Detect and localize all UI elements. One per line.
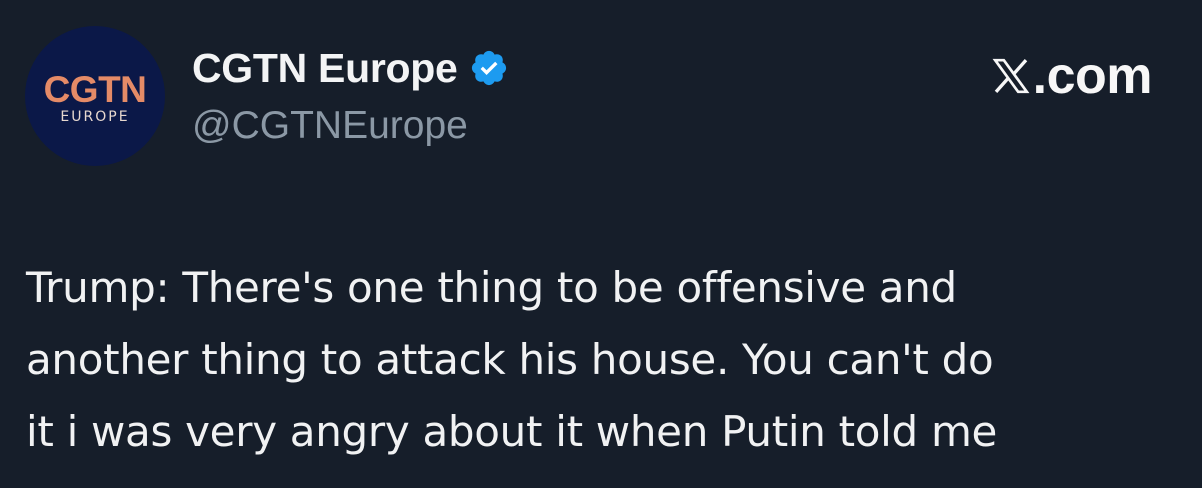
avatar-logo-text: CGTN [43, 68, 147, 110]
verified-badge-icon [469, 48, 509, 88]
tweet-card: CGTN EUROPE CGTN Europe @CGTNEurope .com… [0, 0, 1202, 488]
avatar-logo-subtext: EUROPE [60, 108, 130, 125]
site-domain-text: .com [1032, 47, 1153, 105]
author-display-name[interactable]: CGTN Europe [192, 45, 458, 92]
author-handle[interactable]: @CGTNEurope [192, 104, 468, 148]
author-name-row: CGTN Europe [192, 42, 509, 94]
tweet-body-text: Trump: There's one thing to be offensive… [26, 263, 998, 456]
avatar[interactable]: CGTN EUROPE [25, 26, 165, 166]
site-branding: .com [991, 47, 1153, 105]
x-logo-icon [991, 56, 1031, 96]
